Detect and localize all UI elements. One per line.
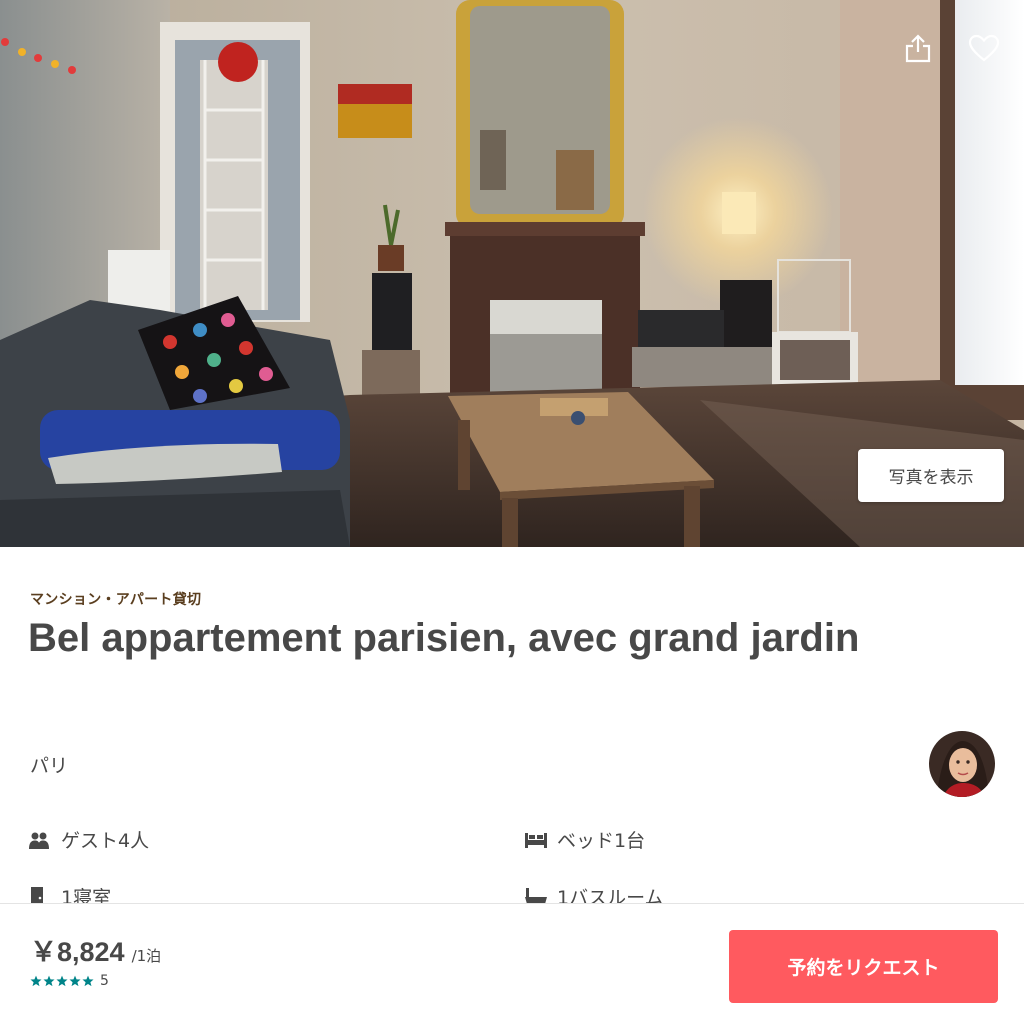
price-block: ￥8,824 /1泊 [30,930,161,969]
amenity-beds: ベッド1台 [525,826,645,853]
favorite-button[interactable] [964,28,1004,68]
bed-icon [525,830,547,850]
listing-city: パリ [30,755,69,777]
star-icon [30,975,42,987]
star-icon [56,975,68,987]
request-booking-button[interactable]: 予約をリクエスト [729,930,998,1003]
amenity-label: ベッド1台 [557,830,646,852]
listing-title: Bel appartement parisien, avec grand jar… [28,616,860,660]
star-icon [82,975,94,987]
amenity-label: ゲスト4人 [61,830,150,852]
price-unit: /1泊 [131,947,162,965]
star-icon [69,975,81,987]
star-rating [30,975,94,987]
guests-icon [29,830,51,850]
host-avatar[interactable] [929,731,995,797]
show-photos-button[interactable]: 写真を表示 [858,449,1004,502]
booking-bar: ￥8,824 /1泊 5 予約をリクエスト [0,903,1024,1009]
price-amount: ￥8,824 [30,937,125,967]
listing-type: マンション・アパート貸切 [30,592,202,608]
amenity-guests: ゲスト4人 [29,826,149,853]
star-icon [43,975,55,987]
share-button[interactable] [898,28,938,68]
rating-count: 5 [100,973,109,989]
heart-icon [968,34,1000,62]
share-icon [904,33,932,63]
rating[interactable]: 5 [30,973,109,989]
listing-hero-photo[interactable]: 写真を表示 [0,0,1024,547]
